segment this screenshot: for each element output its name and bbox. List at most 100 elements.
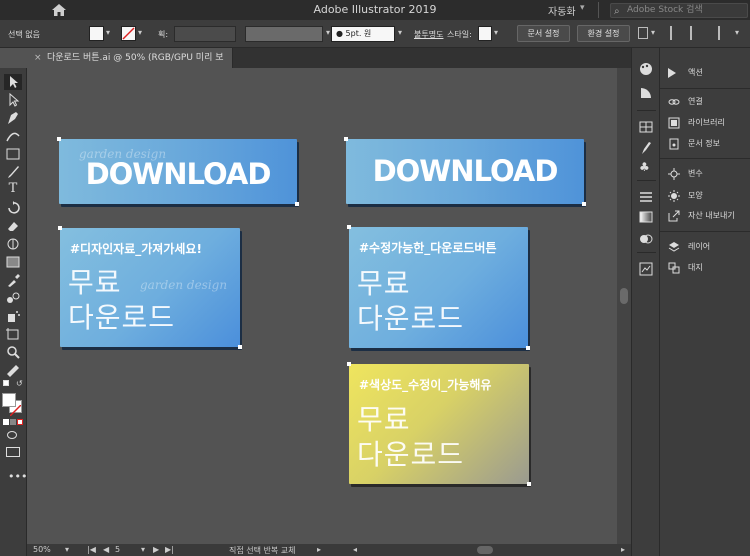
anchor-point xyxy=(57,137,61,141)
divider xyxy=(637,252,656,253)
panel-item-label: 액션 xyxy=(688,68,703,77)
type-tool-icon[interactable]: T xyxy=(4,181,22,197)
chevron-down-icon[interactable]: ▾ xyxy=(580,3,585,13)
fill-swatch[interactable] xyxy=(89,26,104,41)
scroll-right-icon[interactable]: ▸ xyxy=(621,545,625,554)
free-download-card[interactable]: #디자인자료_가져가세요! 무료 다운로드 garden design xyxy=(58,226,242,349)
next-artboard-icon[interactable]: ▶ xyxy=(153,545,159,554)
chevron-down-icon[interactable]: ▾ xyxy=(494,28,498,37)
draw-mode-icon[interactable] xyxy=(7,431,17,439)
zoom-level[interactable]: 50% xyxy=(33,545,51,554)
style-label: 스타일: xyxy=(447,30,472,39)
fill-color-indicator[interactable] xyxy=(2,393,16,407)
chevron-down-icon[interactable]: ▾ xyxy=(735,28,739,37)
none-mode-icon[interactable] xyxy=(17,419,23,425)
tab-document[interactable]: × 다운로드 버튼.ai @ 50% (RGB/GPU 미리 보기) xyxy=(27,48,233,83)
align-icon[interactable] xyxy=(638,27,648,39)
variables-icon xyxy=(668,167,680,180)
panel-item-actions[interactable]: 액션 xyxy=(668,65,703,81)
gradient-mode-icon[interactable] xyxy=(10,419,16,425)
paintbrush-tool-icon[interactable] xyxy=(4,164,22,180)
eraser-tool-icon[interactable] xyxy=(4,218,22,234)
panel-item-layers[interactable]: 레이어 xyxy=(668,239,710,255)
more-tools-icon[interactable]: ••• xyxy=(8,470,27,483)
panel-item-libraries[interactable]: 라이브러리 xyxy=(668,115,725,131)
image-trace-icon[interactable] xyxy=(639,262,653,276)
document-tabs: × 다운로드 버튼.ai @ 50% (RGB/GPU 미리 보기) xyxy=(27,48,631,83)
last-artboard-icon[interactable]: ▶| xyxy=(165,545,174,554)
chevron-down-icon[interactable]: ▾ xyxy=(326,28,330,37)
panel-item-artboards[interactable]: 대지 xyxy=(668,260,703,276)
panel-item-appearance[interactable]: 모양 xyxy=(668,188,703,204)
align-center-icon[interactable] xyxy=(690,26,692,40)
color-mode-icon[interactable] xyxy=(3,419,9,425)
download-button-artwork[interactable]: garden design DOWNLOAD xyxy=(57,137,299,206)
swatches-icon[interactable] xyxy=(639,120,653,134)
free-download-card[interactable]: #수정가능한_다운로드버튼 무료 다운로드 xyxy=(347,225,530,350)
chevron-down-icon[interactable]: ▾ xyxy=(398,28,402,37)
artboard-number[interactable]: 5 xyxy=(115,545,120,554)
align-right-icon[interactable] xyxy=(706,26,720,40)
artboard-tool-icon[interactable] xyxy=(4,326,22,342)
stock-search-input[interactable]: ⌕ Adobe Stock 검색 xyxy=(610,3,748,18)
chevron-down-icon[interactable]: ▾ xyxy=(651,28,655,37)
eyedropper-tool-icon[interactable] xyxy=(4,272,22,288)
variable-width-profile[interactable] xyxy=(245,26,323,42)
previous-artboard-icon[interactable]: ◀ xyxy=(103,545,109,554)
chevron-right-icon[interactable]: ▸ xyxy=(317,545,321,554)
scrollbar-thumb[interactable] xyxy=(620,288,628,304)
stroke-weight-field[interactable] xyxy=(174,26,236,42)
color-guide-icon[interactable] xyxy=(639,86,653,100)
play-icon xyxy=(668,67,676,78)
graphic-style-swatch[interactable] xyxy=(478,26,492,41)
vertical-scrollbar[interactable] xyxy=(617,68,631,544)
brushes-icon[interactable] xyxy=(639,141,653,155)
document-setup-button[interactable]: 문서 설정 xyxy=(517,25,570,42)
chevron-down-icon[interactable]: ▾ xyxy=(106,28,110,37)
edit-toolbar-icon[interactable] xyxy=(4,362,22,378)
screen-mode-icon[interactable] xyxy=(6,447,20,457)
chevron-down-icon[interactable]: ▾ xyxy=(138,28,142,37)
rotate-tool-icon[interactable] xyxy=(4,200,22,216)
blend-tool-icon[interactable] xyxy=(4,290,22,306)
chevron-down-icon[interactable]: ▾ xyxy=(65,545,69,554)
download-button-artwork[interactable]: DOWNLOAD xyxy=(344,137,586,206)
horizontal-scroll-thumb[interactable] xyxy=(477,546,493,554)
symbols-icon[interactable]: ♣ xyxy=(639,160,653,174)
panel-item-asset-export[interactable]: 자산 내보내기 xyxy=(668,208,735,224)
canvas[interactable]: garden design DOWNLOAD DOWNLOAD #디자인자료_가… xyxy=(27,68,617,544)
gradient-tool-icon[interactable] xyxy=(4,254,22,270)
color-palette-icon[interactable] xyxy=(639,62,653,76)
panel-item-links[interactable]: 연결 xyxy=(668,94,703,110)
zoom-tool-icon[interactable] xyxy=(4,344,22,360)
rectangle-tool-icon[interactable] xyxy=(4,146,22,162)
selection-tool-icon[interactable] xyxy=(4,74,22,90)
swap-colors-icon[interactable]: ↺ xyxy=(16,379,23,388)
preferences-button[interactable]: 환경 설정 xyxy=(577,25,630,42)
gradient-panel-icon[interactable] xyxy=(639,210,653,224)
card-hashtag: #색상도_수정이_가능해유 xyxy=(359,378,492,392)
transparency-icon[interactable] xyxy=(639,232,653,246)
panel-item-document-info[interactable]: 문서 정보 xyxy=(668,136,720,152)
brush-definition[interactable]: ● 5pt. 원 xyxy=(331,26,395,42)
title-bar: Adobe Illustrator 2019 자동화 ▾ ⌕ Adobe Sto… xyxy=(0,0,750,20)
symbol-sprayer-tool-icon[interactable] xyxy=(4,308,22,324)
default-colors-icon[interactable] xyxy=(3,380,9,386)
opacity-link[interactable]: 불투명도 xyxy=(414,29,443,40)
stroke-swatch[interactable] xyxy=(121,26,136,41)
close-icon[interactable]: × xyxy=(34,48,42,68)
align-left-icon[interactable] xyxy=(670,26,684,40)
panel-item-variables[interactable]: 변수 xyxy=(668,166,703,182)
workspace-switcher[interactable]: 자동화 xyxy=(548,3,576,18)
control-bar: 선택 없음 ▾ ▾ 획: ▾ ● 5pt. 원 ▾ 불투명도 스타일: ▾ 문서… xyxy=(0,20,750,48)
stroke-panel-icon[interactable] xyxy=(639,190,653,204)
pen-tool-icon[interactable] xyxy=(4,110,22,126)
first-artboard-icon[interactable]: |◀ xyxy=(87,545,96,554)
direct-selection-tool-icon[interactable] xyxy=(4,92,22,108)
scroll-left-icon[interactable]: ◂ xyxy=(353,545,357,554)
width-tool-icon[interactable] xyxy=(4,236,22,252)
free-download-card-yellow[interactable]: #색상도_수정이_가능해유 무료 다운로드 xyxy=(347,362,531,486)
panel-item-label: 라이브러리 xyxy=(688,118,725,127)
chevron-down-icon[interactable]: ▾ xyxy=(141,545,145,554)
curvature-tool-icon[interactable] xyxy=(4,128,22,144)
